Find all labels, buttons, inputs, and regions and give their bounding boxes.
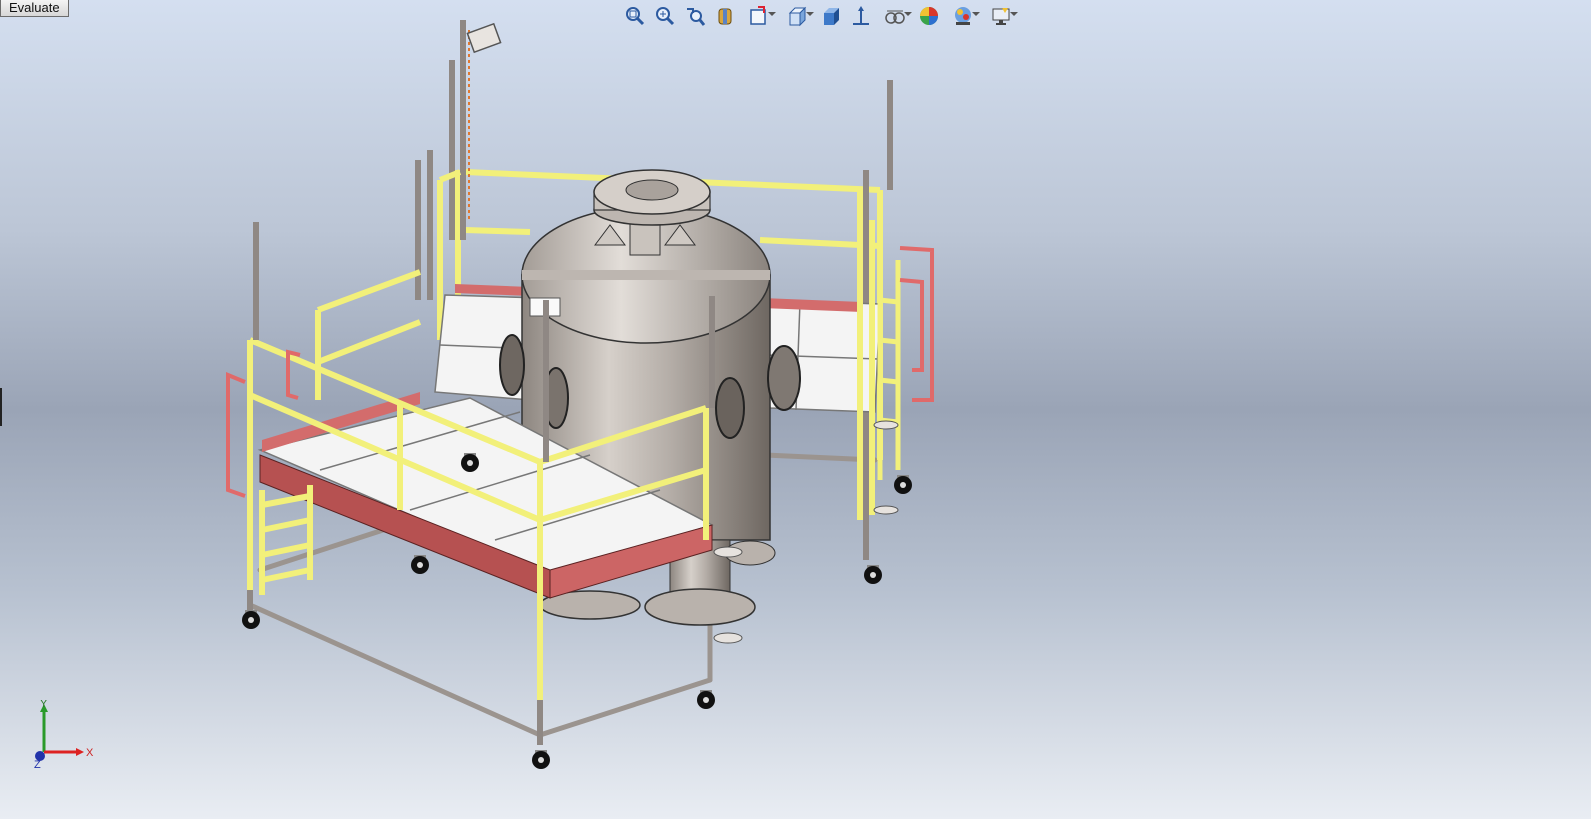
chevron-down-icon (972, 12, 980, 16)
heads-up-view-toolbar (620, 2, 1020, 30)
chevron-down-icon (904, 12, 912, 16)
dynamic-annotation-views-icon (750, 6, 766, 25)
reference-triad: Y X Z (34, 700, 94, 770)
dynamic-annotation-views-button[interactable] (740, 2, 778, 30)
chevron-down-icon (806, 12, 814, 16)
zoom-to-fit-button[interactable] (620, 2, 650, 30)
model-view[interactable] (0, 0, 1591, 819)
view-orientation-button[interactable] (778, 2, 816, 30)
edit-appearance-button[interactable] (876, 2, 914, 30)
hide-show-items-button[interactable] (846, 2, 876, 30)
view-settings-button[interactable] (944, 2, 982, 30)
caster (894, 475, 912, 494)
triad-z-label: Z (34, 759, 41, 770)
hide-show-items-icon (853, 6, 869, 25)
chevron-down-icon (1010, 12, 1018, 16)
display-style-icon (824, 8, 839, 25)
caster (411, 555, 429, 574)
zoom-to-area-button[interactable] (650, 2, 680, 30)
section-view-icon (718, 8, 732, 25)
chevron-down-icon (768, 12, 776, 16)
edit-appearance-icon (885, 10, 905, 24)
caster (242, 610, 260, 629)
graphics-area[interactable]: Evaluate Y X Z (0, 0, 1591, 819)
section-view-button[interactable] (710, 2, 740, 30)
apply-scene-button[interactable] (914, 2, 944, 30)
previous-view-button[interactable] (680, 2, 710, 30)
view-orientation-icon (788, 6, 807, 27)
display-pane-icon (992, 8, 1010, 25)
work-light (466, 22, 502, 220)
display-style-button[interactable] (816, 2, 846, 30)
caster (697, 690, 715, 709)
previous-view-icon (687, 8, 706, 26)
triad-x-label: X (86, 747, 94, 759)
caster (532, 750, 550, 769)
view-settings-icon (955, 7, 971, 25)
front-ladder (259, 485, 313, 595)
apply-scene-icon (920, 7, 938, 25)
zoom-to-fit-icon (626, 7, 645, 26)
zoom-to-area-icon (656, 7, 675, 26)
caster (864, 565, 882, 584)
display-pane-button[interactable] (982, 2, 1020, 30)
triad-y-label: Y (40, 700, 48, 710)
